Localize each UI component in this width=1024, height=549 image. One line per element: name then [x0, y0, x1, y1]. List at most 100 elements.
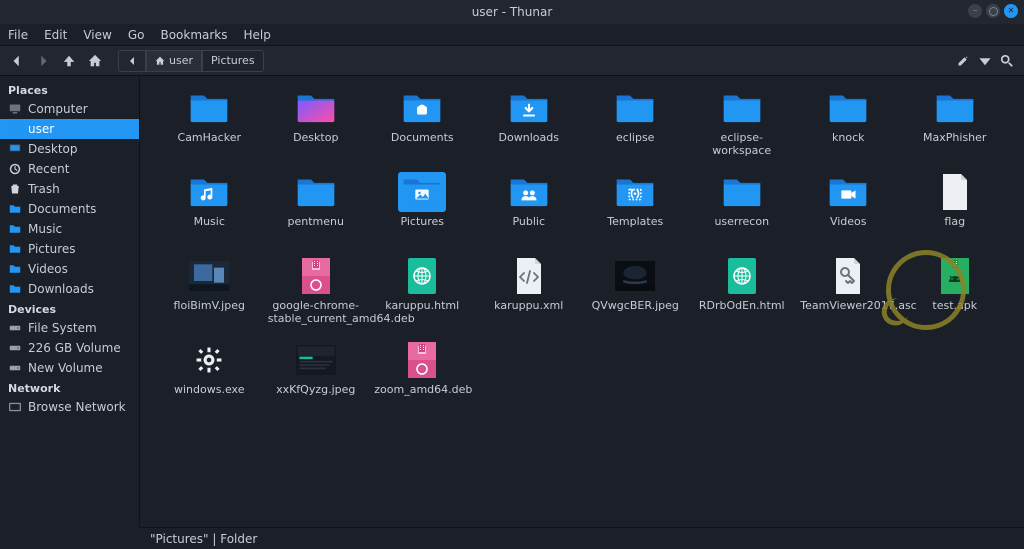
search-button[interactable]	[996, 50, 1018, 72]
file-icon	[185, 340, 233, 380]
home-button[interactable]	[84, 50, 106, 72]
file-icon	[931, 172, 979, 212]
network-icon	[8, 400, 22, 414]
sidebar-item-label: 226 GB Volume	[28, 341, 121, 355]
folder-icon	[292, 172, 340, 212]
file-item-eclipse-workspace[interactable]: eclipse-workspace	[693, 86, 792, 164]
menu-help[interactable]: Help	[244, 28, 271, 42]
file-item-google-chrome-stable-current-amd64-deb[interactable]: google-chrome-stable_current_amd64.deb	[267, 254, 366, 332]
file-item-label: Music	[194, 216, 225, 229]
status-text: "Pictures" | Folder	[150, 532, 257, 546]
file-item-teamviewer2017-asc[interactable]: TeamViewer2017.asc	[799, 254, 898, 332]
back-button[interactable]	[6, 50, 28, 72]
sidebar-item-label: Videos	[28, 262, 68, 276]
folder-icon: T	[611, 172, 659, 212]
folder-icon	[398, 88, 446, 128]
file-item-documents[interactable]: Documents	[373, 86, 472, 164]
file-item-pentmenu[interactable]: pentmenu	[267, 170, 366, 248]
sidebar-item-226-gb-volume[interactable]: 226 GB Volume	[0, 338, 139, 358]
file-item-userrecon[interactable]: userrecon	[693, 170, 792, 248]
folder-icon	[718, 88, 766, 128]
folder-icon	[718, 172, 766, 212]
maximize-button[interactable]	[986, 4, 1000, 18]
folder-blue-icon	[8, 262, 22, 276]
sidebar-item-label: Desktop	[28, 142, 78, 156]
file-item-flag[interactable]: flag	[906, 170, 1005, 248]
sidebar-item-label: Music	[28, 222, 62, 236]
file-item-public[interactable]: Public	[480, 170, 579, 248]
file-item-zoom-amd64-deb[interactable]: zoom_amd64.deb	[373, 338, 472, 416]
menu-file[interactable]: File	[8, 28, 28, 42]
sidebar-item-label: Downloads	[28, 282, 94, 296]
file-item-rdrboden-html[interactable]: RDrbOdEn.html	[693, 254, 792, 332]
file-item-label: TeamViewer2017.asc	[800, 300, 896, 313]
up-button[interactable]	[58, 50, 80, 72]
folder-blue-icon	[8, 282, 22, 296]
menubar: File Edit View Go Bookmarks Help	[0, 24, 1024, 46]
file-item-test-apk[interactable]: test.apk	[906, 254, 1005, 332]
file-item-floibimv-jpeg[interactable]: floiBimV.jpeg	[160, 254, 259, 332]
file-item-label: CamHacker	[178, 132, 241, 145]
file-item-label: pentmenu	[288, 216, 344, 229]
file-item-maxphisher[interactable]: MaxPhisher	[906, 86, 1005, 164]
file-item-downloads[interactable]: Downloads	[480, 86, 579, 164]
file-view[interactable]: CamHacker Desktop DocumentsDownloads eclips…	[140, 76, 1024, 527]
menu-edit[interactable]: Edit	[44, 28, 67, 42]
file-item-karuppu-xml[interactable]: karuppu.xml	[480, 254, 579, 332]
sidebar-item-desktop[interactable]: Desktop	[0, 139, 139, 159]
file-item-karuppu-html[interactable]: karuppu.html	[373, 254, 472, 332]
close-button[interactable]	[1004, 4, 1018, 18]
file-item-desktop[interactable]: Desktop	[267, 86, 366, 164]
file-icon	[505, 256, 553, 296]
forward-button[interactable]	[32, 50, 54, 72]
file-item-label: eclipse	[616, 132, 654, 145]
path-pictures-label: Pictures	[211, 54, 255, 67]
file-item-knock[interactable]: knock	[799, 86, 898, 164]
file-item-videos[interactable]: Videos	[799, 170, 898, 248]
file-icon	[398, 256, 446, 296]
file-item-label: karuppu.html	[385, 300, 459, 313]
file-icon	[292, 340, 340, 380]
sidebar-item-new-volume[interactable]: New Volume	[0, 358, 139, 378]
titlebar: user - Thunar	[0, 0, 1024, 24]
sidebar-item-label: Computer	[28, 102, 88, 116]
folder-icon	[505, 172, 553, 212]
sidebar-item-computer[interactable]: Computer	[0, 99, 139, 119]
path-segment-user[interactable]: user	[146, 50, 202, 72]
sidebar-item-browse-network[interactable]: Browse Network	[0, 397, 139, 417]
sidebar-item-file-system[interactable]: File System	[0, 318, 139, 338]
sidebar-item-downloads[interactable]: Downloads	[0, 279, 139, 299]
file-item-templates[interactable]: TTemplates	[586, 170, 685, 248]
dropdown-button[interactable]	[978, 50, 992, 72]
file-item-label: flag	[944, 216, 965, 229]
sidebar-item-pictures[interactable]: Pictures	[0, 239, 139, 259]
file-item-label: test.apk	[932, 300, 977, 313]
menu-bookmarks[interactable]: Bookmarks	[160, 28, 227, 42]
sidebar-item-music[interactable]: Music	[0, 219, 139, 239]
menu-go[interactable]: Go	[128, 28, 145, 42]
path-segment-pictures[interactable]: Pictures	[202, 50, 264, 72]
sidebar-item-recent[interactable]: Recent	[0, 159, 139, 179]
sidebar-item-videos[interactable]: Videos	[0, 259, 139, 279]
sidebar-item-user[interactable]: user	[0, 119, 139, 139]
minimize-button[interactable]	[968, 4, 982, 18]
file-item-windows-exe[interactable]: windows.exe	[160, 338, 259, 416]
menu-view[interactable]: View	[83, 28, 111, 42]
sidebar-item-label: Pictures	[28, 242, 76, 256]
file-item-eclipse[interactable]: eclipse	[586, 86, 685, 164]
sidebar-item-trash[interactable]: Trash	[0, 179, 139, 199]
sidebar-devices-header: Devices	[0, 299, 139, 318]
path-back-chevron[interactable]	[118, 50, 146, 72]
file-item-pictures[interactable]: Pictures	[373, 170, 472, 248]
file-item-label: Desktop	[293, 132, 338, 145]
drive-icon	[8, 361, 22, 375]
file-item-camhacker[interactable]: CamHacker	[160, 86, 259, 164]
file-item-xxkfqyzg-jpeg[interactable]: xxKfQyzg.jpeg	[267, 338, 366, 416]
file-item-qvwgcber-jpeg[interactable]: QVwgcBER.jpeg	[586, 254, 685, 332]
sidebar-item-label: File System	[28, 321, 97, 335]
sidebar-item-documents[interactable]: Documents	[0, 199, 139, 219]
folder-icon	[185, 172, 233, 212]
path-user-label: user	[169, 54, 193, 67]
file-item-music[interactable]: Music	[160, 170, 259, 248]
edit-path-button[interactable]	[952, 50, 974, 72]
